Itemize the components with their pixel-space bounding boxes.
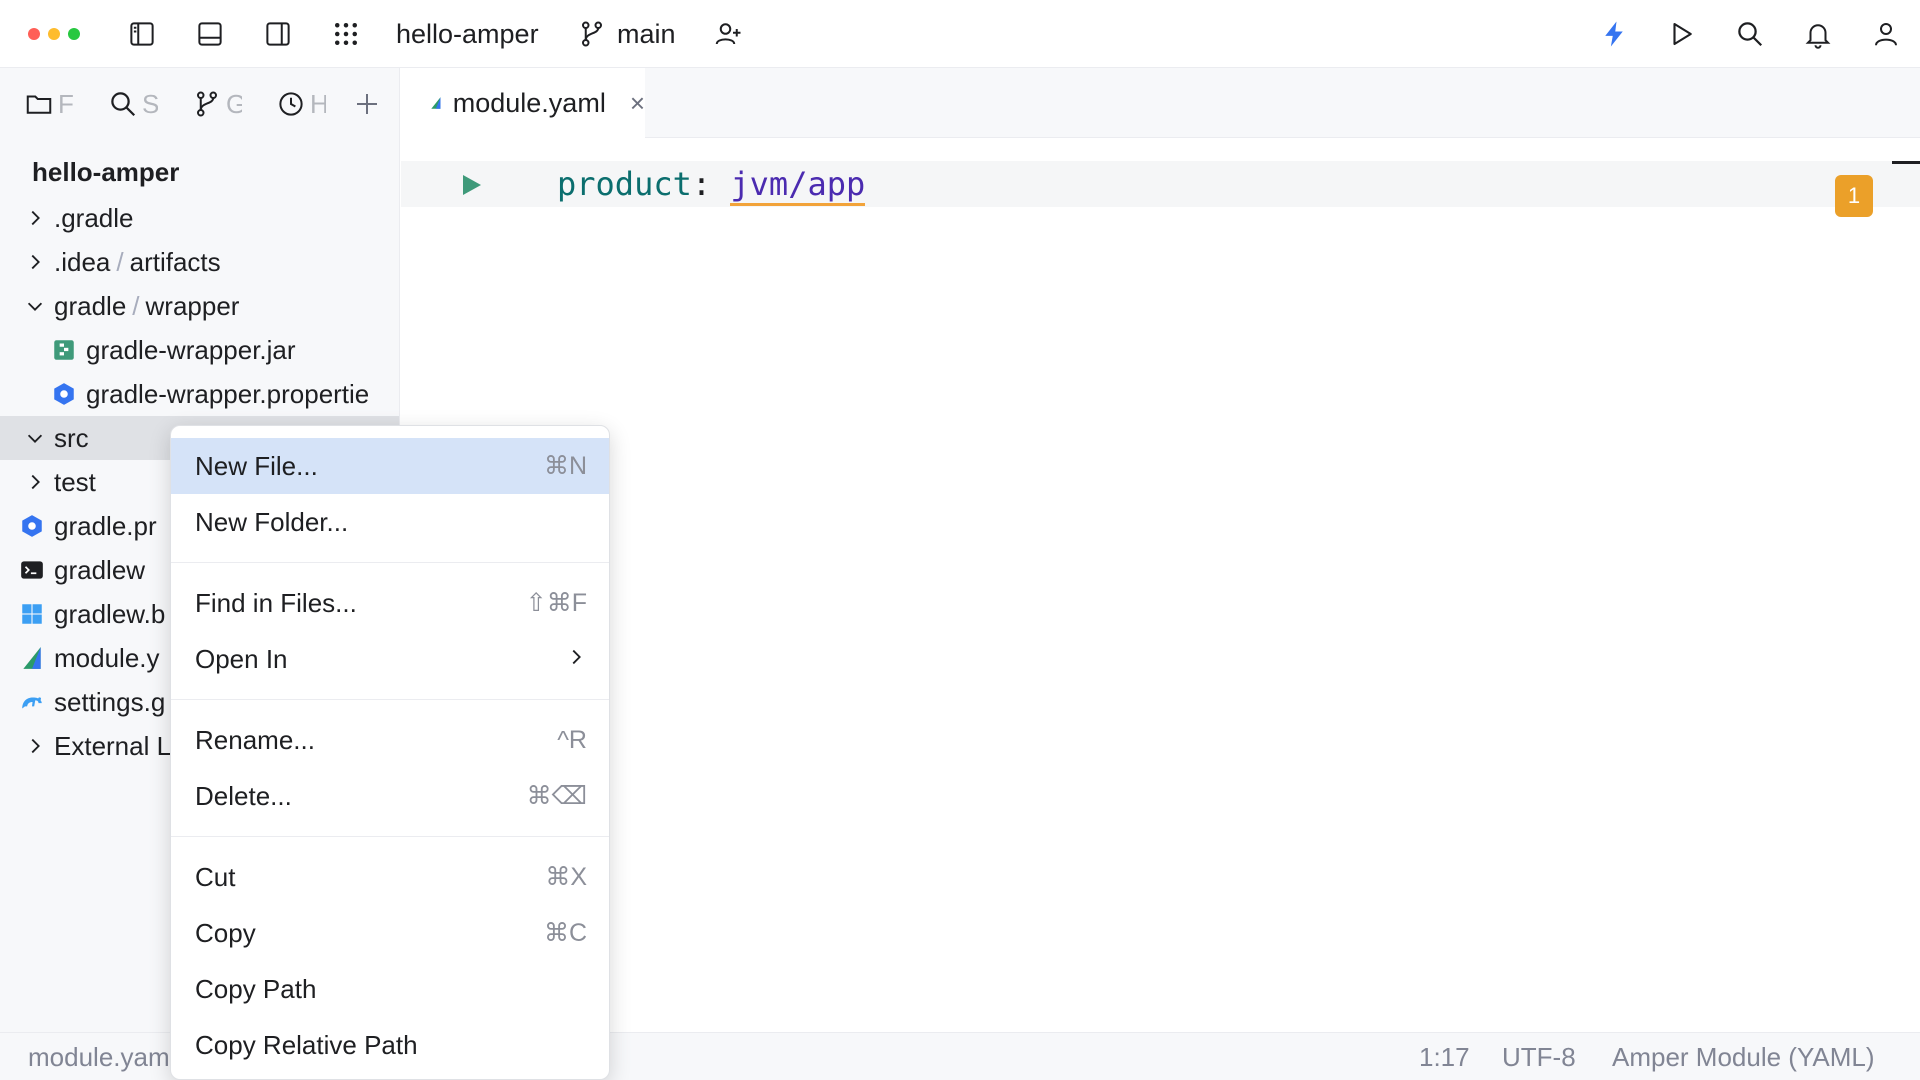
tab-project[interactable]: F: [24, 84, 78, 124]
close-tab-icon[interactable]: ×: [630, 88, 645, 119]
status-file-type[interactable]: Amper Module (YAML): [1612, 1041, 1875, 1073]
properties-file-icon: [18, 512, 46, 540]
title-bar: hello-amper main: [0, 0, 1920, 68]
tree-item-idea[interactable]: .idea / artifacts: [0, 240, 399, 284]
tab-history[interactable]: H: [276, 84, 332, 124]
warning-count-badge[interactable]: 1: [1835, 175, 1873, 217]
notifications-bell-icon[interactable]: [1798, 14, 1838, 54]
zoom-window-button[interactable]: [68, 28, 80, 40]
git-branch-icon: [572, 14, 612, 54]
bottom-panel-toggle-icon[interactable]: [190, 14, 230, 54]
menu-separator: [171, 562, 609, 563]
close-window-button[interactable]: [28, 28, 40, 40]
status-file-name[interactable]: module.yam: [28, 1041, 170, 1073]
scrollbar-marker: [1892, 161, 1920, 164]
editor-tab-strip: module.yaml ×: [401, 68, 1920, 138]
chevron-down-icon[interactable]: [22, 425, 48, 451]
add-tab-button[interactable]: [352, 84, 384, 124]
properties-file-icon: [50, 380, 78, 408]
chevron-right-icon[interactable]: [22, 205, 48, 231]
menu-item-rename[interactable]: Rename... ^R: [171, 712, 609, 768]
run-icon[interactable]: [1662, 14, 1702, 54]
jar-file-icon: [50, 336, 78, 364]
tab-search[interactable]: S: [108, 84, 164, 124]
code-line-1: product: jvm/app: [557, 163, 866, 206]
ai-assistant-bolt-icon[interactable]: [1594, 14, 1634, 54]
project-root-title: hello-amper: [32, 157, 180, 187]
tree-item-gradle-wrapper[interactable]: gradle / wrapper: [0, 284, 399, 328]
tool-window-tabs: F S G H: [0, 68, 400, 138]
menu-separator: [171, 836, 609, 837]
add-user-icon[interactable]: [708, 14, 748, 54]
folder-icon: [26, 95, 52, 114]
chevron-down-icon[interactable]: [22, 293, 48, 319]
amper-module-icon: [431, 97, 441, 109]
menu-item-copy-relative-path[interactable]: Copy Relative Path: [171, 1017, 609, 1073]
yaml-value: jvm/app: [730, 165, 866, 206]
status-caret-position[interactable]: 1:17: [1419, 1041, 1470, 1073]
search-icon[interactable]: [1730, 14, 1770, 54]
minimize-window-button[interactable]: [48, 28, 60, 40]
run-gutter-icon[interactable]: [459, 173, 483, 197]
tree-item-wrapper-jar[interactable]: gradle-wrapper.jar: [0, 328, 399, 372]
chevron-right-icon: [565, 644, 587, 675]
menu-item-new-folder[interactable]: New Folder...: [171, 494, 609, 550]
menu-item-copy-path[interactable]: Copy Path: [171, 961, 609, 1017]
project-name[interactable]: hello-amper: [396, 16, 539, 52]
plus-icon: [357, 94, 377, 114]
right-sidebar-toggle-icon[interactable]: [258, 14, 298, 54]
gradle-elephant-icon: [18, 688, 46, 716]
menu-item-copy[interactable]: Copy ⌘C: [171, 905, 609, 961]
chevron-right-icon[interactable]: [22, 733, 48, 759]
windows-batch-icon: [18, 600, 46, 628]
editor-tab-module-yaml[interactable]: module.yaml ×: [401, 68, 645, 138]
left-sidebar-toggle-icon[interactable]: [122, 14, 162, 54]
tab-git[interactable]: G: [192, 84, 248, 124]
branch-selector[interactable]: main: [617, 16, 676, 52]
menu-item-find-in-files[interactable]: Find in Files... ⇧⌘F: [171, 575, 609, 631]
main-menu-grid-icon[interactable]: [326, 14, 366, 54]
context-menu: New File... ⌘N New Folder... Find in Fil…: [170, 425, 610, 1080]
menu-item-open-in[interactable]: Open In: [171, 631, 609, 687]
amper-module-icon: [18, 644, 46, 672]
chevron-right-icon[interactable]: [22, 469, 48, 495]
menu-item-new-file[interactable]: New File... ⌘N: [171, 438, 609, 494]
history-icon: [279, 92, 303, 116]
terminal-script-icon: [18, 556, 46, 584]
search-icon: [111, 92, 136, 117]
account-icon[interactable]: [1866, 14, 1906, 54]
menu-item-delete[interactable]: Delete... ⌘⌫: [171, 768, 609, 824]
yaml-key: product: [557, 165, 692, 203]
git-branch-icon: [197, 91, 218, 117]
code-editor[interactable]: product: jvm/app 1: [401, 139, 1920, 1032]
chevron-right-icon[interactable]: [22, 249, 48, 275]
menu-item-cut[interactable]: Cut ⌘X: [171, 849, 609, 905]
menu-separator: [171, 699, 609, 700]
editor-tab-label: module.yaml: [452, 87, 606, 118]
tree-item-wrapper-properties[interactable]: gradle-wrapper.propertie: [0, 372, 399, 416]
status-encoding[interactable]: UTF-8: [1502, 1041, 1576, 1073]
tree-item-gradle-dir[interactable]: .gradle: [0, 196, 399, 240]
